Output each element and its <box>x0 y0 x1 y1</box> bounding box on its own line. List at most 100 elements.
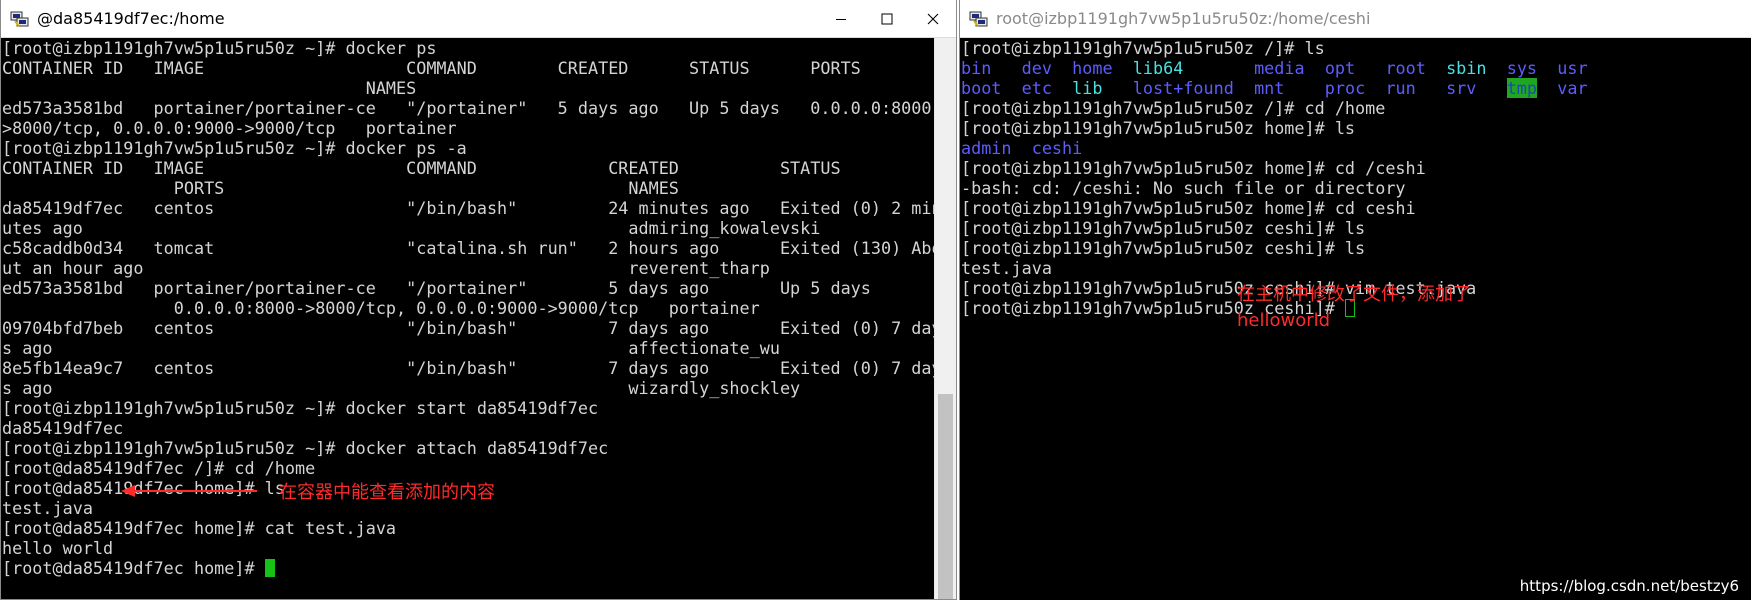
ls-spacer <box>1102 78 1132 98</box>
terminal-line: s ago affectionate_wu <box>2 338 780 358</box>
terminal-line: 8e5fb14ea9c7 centos "/bin/bash" 7 days a… <box>2 358 935 378</box>
terminal-line: 0.0.0.0:8000->8000/tcp, 0.0.0.0:9000->90… <box>2 298 760 318</box>
terminal-line: [root@izbp1191gh7vw5p1u5ru50z /]# cd /ho… <box>961 98 1386 118</box>
left-terminal-window: @da85419df7ec:/home [root@izbp1191gh7vw5… <box>0 0 957 600</box>
terminal-line: ed573a3581bd portainer/portainer-ce "/po… <box>2 98 935 118</box>
terminal-line: ed573a3581bd portainer/portainer-ce "/po… <box>2 278 871 298</box>
ls-entry: opt <box>1324 58 1356 78</box>
ls-entry: dev <box>1021 58 1052 78</box>
terminal-line: [root@izbp1191gh7vw5p1u5ru50z /]# ls <box>961 38 1325 58</box>
terminal-line: 09704bfd7beb centos "/bin/bash" 7 days a… <box>2 318 935 338</box>
terminal-line: s ago wizardly_shockley <box>2 378 801 398</box>
terminal-line: [root@izbp1191gh7vw5p1u5ru50z ~]# docker… <box>2 38 437 58</box>
ls-entry: run <box>1385 78 1416 98</box>
ls-entry: lost+found <box>1132 78 1234 98</box>
red-arrow-icon <box>121 485 257 497</box>
terminal-line: admin ceshi <box>961 138 1083 158</box>
maximize-button[interactable] <box>864 0 910 37</box>
terminal-line: test.java <box>961 258 1052 278</box>
ls-entry: sbin <box>1446 58 1487 78</box>
ls-spacer <box>1487 58 1507 78</box>
ls-entry: mnt <box>1254 78 1285 98</box>
ls-spacer <box>1537 78 1557 98</box>
ls-spacer <box>1416 78 1446 98</box>
terminal-line: [root@izbp1191gh7vw5p1u5ru50z ~]# docker… <box>2 438 609 458</box>
ls-spacer <box>991 58 1021 78</box>
ls-entry: home <box>1072 58 1113 78</box>
terminal-line: [root@da85419df7ec home]# cat test.java <box>2 518 397 538</box>
terminal-line: NAMES <box>2 78 417 98</box>
annotation-container-view: 在容器中能查看添加的内容 <box>279 482 495 503</box>
ls-entry: sys <box>1506 58 1538 78</box>
ls-entry: srv <box>1446 78 1477 98</box>
vertical-scrollbar[interactable] <box>934 38 956 599</box>
terminal-line: CONTAINER ID IMAGE COMMAND CREATED STATU… <box>2 58 861 78</box>
terminal-output[interactable]: [root@izbp1191gh7vw5p1u5ru50z ~]# docker… <box>1 38 935 599</box>
ls-entry: usr <box>1557 58 1588 78</box>
ls-entry: media <box>1254 58 1305 78</box>
terminal-line: CONTAINER ID IMAGE COMMAND CREATED STATU… <box>2 158 841 178</box>
terminal-line: c58caddb0d34 tomcat "catalina.sh run" 2 … <box>2 238 935 258</box>
terminal-line: [root@izbp1191gh7vw5p1u5ru50z home]# cd … <box>961 158 1426 178</box>
terminal-line: utes ago admiring_kowalevski <box>2 218 821 238</box>
terminal-cursor <box>264 559 275 577</box>
left-title-bar[interactable]: @da85419df7ec:/home <box>1 0 956 38</box>
terminal-line: PORTS NAMES <box>2 178 679 198</box>
putty-icon[interactable] <box>969 10 989 28</box>
ls-output-row: boot etc lib lost+found mnt proc run srv… <box>960 78 1751 98</box>
ls-entry: bin <box>961 58 992 78</box>
ls-spacer <box>1183 58 1254 78</box>
terminal-line: ut an hour ago reverent_tharp <box>2 258 770 278</box>
scrollbar-thumb[interactable] <box>938 394 953 599</box>
ls-spacer <box>1355 58 1385 78</box>
terminal-line: da85419df7ec <box>2 418 124 438</box>
terminal-line: [root@da85419df7ec /]# cd /home <box>2 458 316 478</box>
ls-entry: root <box>1385 58 1426 78</box>
window-title: root@izbp1191gh7vw5p1u5ru50z:/home/ceshi <box>996 9 1371 28</box>
minimize-icon <box>836 18 846 20</box>
ls-spacer <box>1365 78 1385 98</box>
ls-entry: lib64 <box>1132 58 1184 78</box>
ls-output-row: bin dev home lib64 media opt root sbin s… <box>960 58 1751 78</box>
ls-spacer <box>1537 58 1557 78</box>
ls-entry: boot <box>961 78 1002 98</box>
ls-spacer <box>1113 58 1133 78</box>
ls-entry: lib <box>1072 78 1103 98</box>
terminal-line: [root@izbp1191gh7vw5p1u5ru50z ~]# docker… <box>2 398 599 418</box>
ls-spacer <box>1052 78 1072 98</box>
putty-icon[interactable] <box>10 10 30 28</box>
right-title-bar[interactable]: root@izbp1191gh7vw5p1u5ru50z:/home/ceshi <box>960 0 1751 38</box>
terminal-line: [root@izbp1191gh7vw5p1u5ru50z ceshi]# ls <box>961 238 1366 258</box>
ls-spacer <box>1426 58 1446 78</box>
ls-entry: proc <box>1324 78 1366 98</box>
annotation-host-edit: 在主机中修改了文件，添加了 helloworld <box>1237 282 1471 334</box>
ls-spacer <box>1476 78 1506 98</box>
annotation-line: helloworld <box>1237 310 1331 331</box>
close-icon <box>927 13 939 24</box>
terminal-prompt-line[interactable]: [root@da85419df7ec home]# <box>1 558 935 578</box>
right-terminal-window: root@izbp1191gh7vw5p1u5ru50z:/home/ceshi… <box>959 0 1751 600</box>
terminal-line: [root@izbp1191gh7vw5p1u5ru50z ~]# docker… <box>2 138 467 158</box>
watermark: https://blog.csdn.net/bestzy6 <box>1519 577 1739 595</box>
ls-spacer <box>1001 78 1021 98</box>
ls-spacer <box>1284 78 1324 98</box>
ls-spacer <box>1234 78 1254 98</box>
maximize-icon <box>881 13 893 24</box>
terminal-line: [root@izbp1191gh7vw5p1u5ru50z home]# ls <box>961 118 1356 138</box>
terminal-line: >8000/tcp, 0.0.0.0:9000->9000/tcp portai… <box>2 118 457 138</box>
annotation-line: 在主机中修改了文件，添加了 <box>1237 284 1471 305</box>
ls-entry: var <box>1557 78 1588 98</box>
ls-entry: tmp <box>1506 78 1537 98</box>
terminal-line: [root@izbp1191gh7vw5p1u5ru50z home]# cd … <box>961 198 1416 218</box>
close-button[interactable] <box>910 0 956 37</box>
ls-spacer <box>1052 58 1072 78</box>
minimize-button[interactable] <box>818 0 864 37</box>
ls-spacer <box>1305 58 1325 78</box>
window-title: @da85419df7ec:/home <box>37 9 225 28</box>
prompt-text: [root@da85419df7ec home]# <box>2 558 265 578</box>
terminal-line: da85419df7ec centos "/bin/bash" 24 minut… <box>2 198 935 218</box>
ls-entry: etc <box>1021 78 1052 98</box>
terminal-line: hello world <box>2 538 114 558</box>
terminal-line: -bash: cd: /ceshi: No such file or direc… <box>961 178 1406 198</box>
terminal-line: [root@izbp1191gh7vw5p1u5ru50z ceshi]# ls <box>961 218 1366 238</box>
